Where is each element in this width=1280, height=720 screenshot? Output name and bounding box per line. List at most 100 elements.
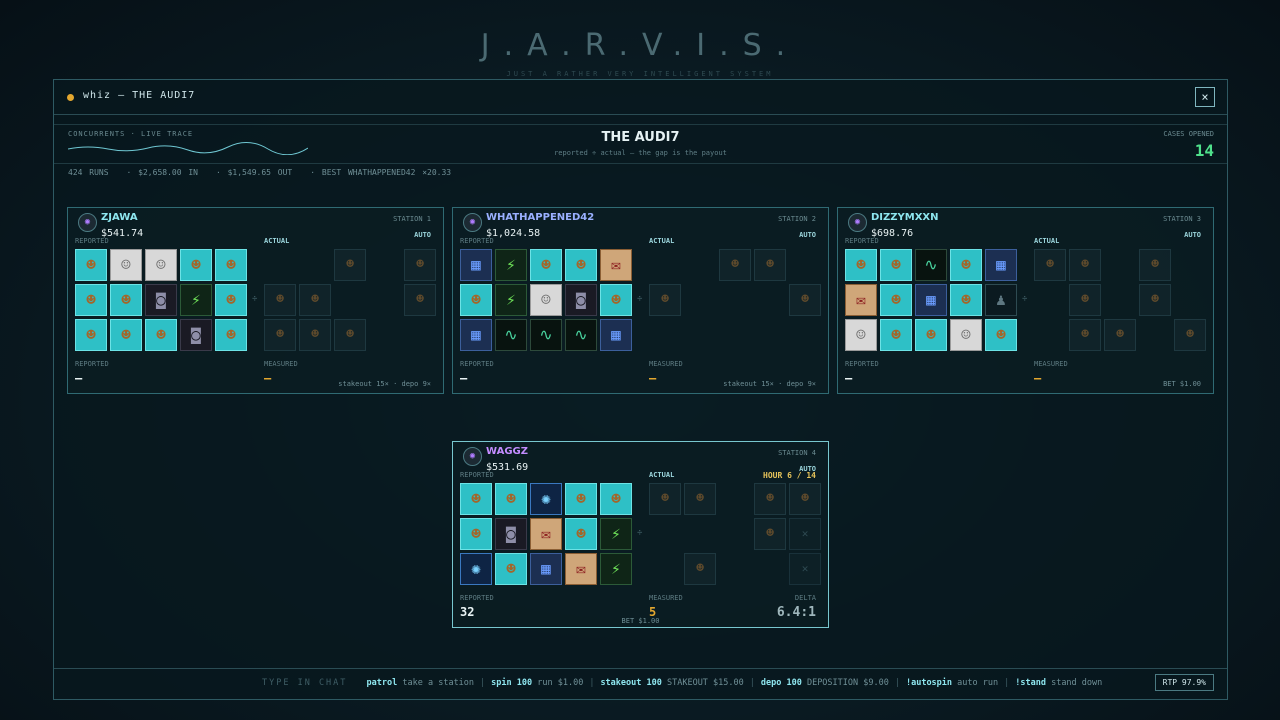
grid-cell [719, 553, 751, 585]
status-dot-icon [67, 94, 74, 101]
actual-bust-tile: ☻ [754, 518, 786, 550]
bust-icon-tile: ☻ [110, 319, 142, 351]
avatar: ◉ [848, 213, 867, 232]
bust-icon-tile: ☻ [600, 483, 632, 515]
bust-icon: ☻ [961, 255, 971, 274]
grid-cell: ▦ [460, 319, 492, 351]
grid-cell: ☻ [299, 284, 331, 316]
bust-icon: ☻ [856, 255, 866, 274]
grid-cell: ⚡ [600, 553, 632, 585]
grid-cell: ☻ [915, 319, 947, 351]
close-button[interactable]: × [1195, 87, 1215, 107]
best-stat: BEST WHATHAPPENED42 ×20.33 [321, 168, 452, 177]
grid-cell [264, 249, 296, 281]
grid-cell: ☻ [264, 319, 296, 351]
grid-cell [684, 518, 716, 550]
bust-icon: ☻ [276, 292, 284, 307]
grid-cell: ☻ [180, 249, 212, 281]
grid-cell [1139, 319, 1171, 351]
grid-cell: ▦ [530, 553, 562, 585]
background-subtitle: JUST A RATHER VERY INTELLIGENT SYSTEM [506, 70, 774, 78]
actual-bust-tile: ☻ [404, 284, 436, 316]
grid-divider: ÷ [1022, 294, 1028, 304]
bottom-reported-label: REPORTED [460, 594, 494, 602]
actual-bust-tile: ☻ [1174, 319, 1206, 351]
station-footer: BET $1.00 [1163, 380, 1201, 388]
bust-icon: ☻ [576, 489, 586, 508]
grid-cell: ☻ [985, 319, 1017, 351]
chat-command[interactable]: patrol [367, 678, 398, 688]
grid-cell: ☻ [334, 249, 366, 281]
grid-cell: ✉ [600, 249, 632, 281]
bust-icon-tile: ☻ [460, 518, 492, 550]
server-rack-icon: ▦ [926, 290, 936, 309]
grid-cell [789, 319, 821, 351]
bust-icon: ☻ [1116, 327, 1124, 342]
bust-icon-tile: ☻ [880, 319, 912, 351]
grid-cell: ☻ [1174, 319, 1206, 351]
grid-cell: ☻ [1139, 284, 1171, 316]
bust-icon-tile: ☻ [215, 249, 247, 281]
station-number: STATION 1 [393, 215, 431, 223]
bust-icon-tile: ☻ [950, 249, 982, 281]
grid-cell [719, 284, 751, 316]
paper-profile-icon: ☺ [961, 325, 971, 344]
bottom-reported-label: REPORTED [460, 360, 494, 368]
bust-icon: ☻ [926, 325, 936, 344]
grid-cell: ☻ [110, 319, 142, 351]
station-card[interactable]: ◉ DIZZYMXXN $698.76 STATION 3 AUTO REPORTED AC… [837, 207, 1214, 394]
grid-cell [754, 284, 786, 316]
bust-icon: ☻ [1046, 257, 1054, 272]
chat-command[interactable]: stakeout 100 [600, 678, 661, 688]
hooded-figure-icon: ♟ [996, 290, 1006, 309]
server-rack-icon: ▦ [996, 255, 1006, 274]
bust-icon: ☻ [346, 327, 354, 342]
grid-cell: ✉ [845, 284, 877, 316]
grid-cell [649, 319, 681, 351]
bust-icon: ☻ [891, 255, 901, 274]
station-card[interactable]: ◉ WHATHAPPENED42 $1,024.58 STATION 2 AUTO REP… [452, 207, 829, 394]
bust-icon: ☻ [1081, 327, 1089, 342]
grid-cell: ☻ [215, 249, 247, 281]
tape-reel-icon-tile: ◙ [495, 518, 527, 550]
station-card[interactable]: ◉ WAGGZ $531.69 STATION 4 AUTO REPORTED ACTUAL… [452, 441, 829, 628]
bust-icon: ☻ [1081, 292, 1089, 307]
station-footer: stakeout 15× · depo 9× [723, 380, 816, 388]
bust-icon-tile: ☻ [75, 319, 107, 351]
actual-bust-tile: ☻ [334, 249, 366, 281]
chat-command[interactable]: depo 100 [761, 678, 802, 688]
grid-cell: ☻ [754, 483, 786, 515]
grid-cell [1104, 284, 1136, 316]
server-rack-icon: ▦ [611, 325, 621, 344]
bust-icon: ☻ [801, 491, 809, 506]
actual-bust-tile: ☻ [649, 483, 681, 515]
grid-cell: ✺ [460, 553, 492, 585]
grid-cell: ☻ [880, 284, 912, 316]
chat-command-desc: stand down [1051, 678, 1103, 688]
actual-label: ACTUAL [264, 237, 290, 245]
grid-cell: ☻ [950, 284, 982, 316]
chat-separator: | [480, 678, 486, 688]
stats-row: 424 RUNS · $2,658.00 IN · $1,549.65 OUT · B… [68, 168, 452, 177]
grid-cell: ⚡ [600, 518, 632, 550]
tape-reel-icon-tile: ◙ [180, 319, 212, 351]
bust-icon: ☻ [156, 325, 166, 344]
actual-grid: ☻ ☻ ☻ ☻ ☻ ✕ ☻ ✕ [649, 483, 821, 585]
actual-grid: ☻ ☻ ☻ ☻ ☻ ☻ ☻ ☻ [1034, 249, 1206, 351]
chat-command[interactable]: !autospin [906, 678, 952, 688]
in-stat: $2,658.00 IN [138, 168, 198, 177]
bust-icon: ☻ [506, 559, 516, 578]
chat-command[interactable]: spin 100 [491, 678, 532, 688]
bust-icon: ☻ [86, 325, 96, 344]
lightning-bolt-icon-tile: ⚡ [600, 553, 632, 585]
chat-command[interactable]: !stand [1015, 678, 1046, 688]
station-card[interactable]: ◉ ZJAWA $541.74 STATION 1 AUTO REPORTED ACTUAL… [67, 207, 444, 394]
cases-value: 14 [1194, 141, 1214, 160]
actual-bust-tile: ☻ [649, 284, 681, 316]
bust-icon: ☻ [1081, 257, 1089, 272]
bust-icon-tile: ☻ [215, 319, 247, 351]
bust-icon: ☻ [416, 292, 424, 307]
bottom-reported-label: REPORTED [845, 360, 879, 368]
orbit-atom-icon: ✺ [471, 559, 481, 578]
bust-icon: ☻ [891, 290, 901, 309]
